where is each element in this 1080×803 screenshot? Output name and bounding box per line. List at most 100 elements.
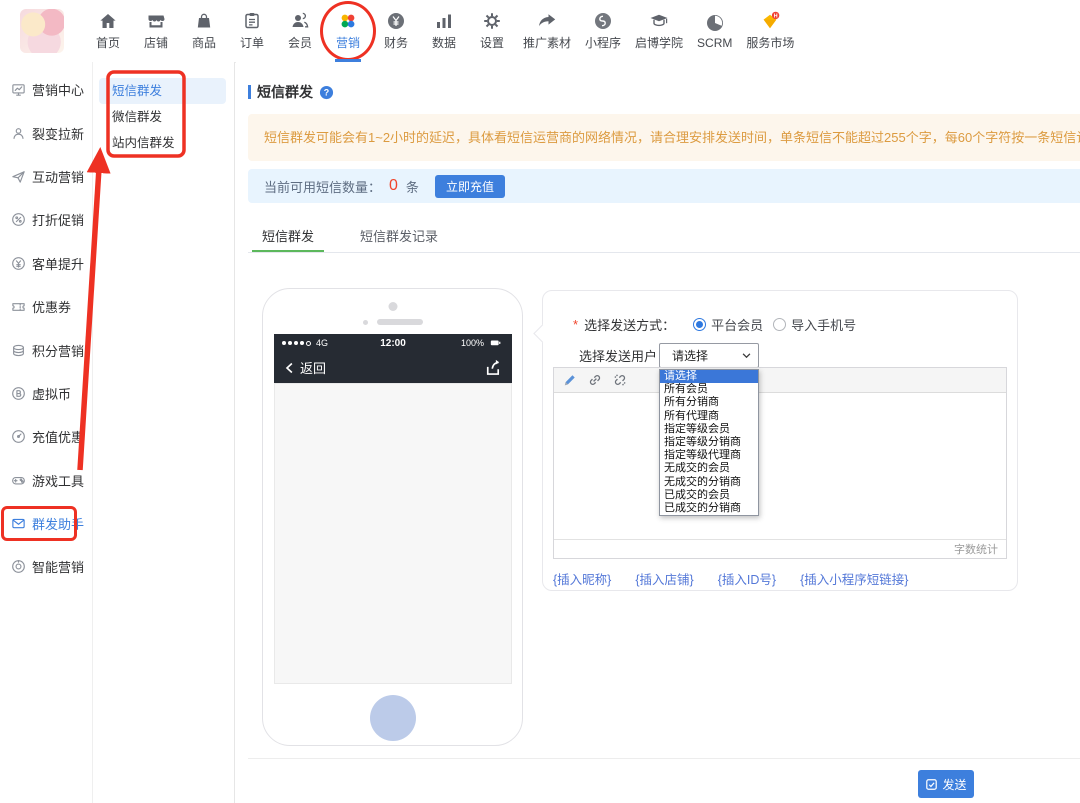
send-icon bbox=[925, 778, 938, 791]
sidebar-item-label: 充值优惠 bbox=[32, 427, 84, 446]
sidebar-item[interactable]: 互动营销 bbox=[0, 155, 92, 198]
battery-icon bbox=[487, 338, 504, 348]
submenu-item[interactable]: 微信群发 bbox=[99, 104, 226, 130]
sidebar-item[interactable]: 打折促销 bbox=[0, 198, 92, 241]
sidebar-item-label: 裂变拉新 bbox=[32, 124, 84, 143]
dropdown-option[interactable]: 所有会员 bbox=[660, 383, 758, 396]
sidebar-item[interactable]: 营销中心 bbox=[0, 68, 92, 111]
insert-link[interactable]: {插入店铺} bbox=[635, 569, 693, 588]
top-nav-items: 首页 店铺 商品 订单 会员 营销 财务 数据 设置 推广素材 bbox=[90, 0, 795, 62]
submenu-mass-send: 短信群发微信群发站内信群发 bbox=[93, 62, 235, 803]
dropdown-option[interactable]: 指定等级代理商 bbox=[660, 449, 758, 462]
dropdown-option[interactable]: 指定等级会员 bbox=[660, 423, 758, 436]
recharge-button[interactable]: 立即充值 bbox=[435, 175, 505, 198]
send-user-select[interactable]: 请选择 bbox=[659, 343, 759, 368]
radio-icon[interactable] bbox=[693, 318, 706, 331]
nav-item[interactable]: 营销 bbox=[330, 0, 366, 62]
radio-icon[interactable] bbox=[773, 318, 786, 331]
nav-item[interactable]: 小程序 bbox=[584, 0, 622, 62]
nav-item-label: 营销 bbox=[336, 34, 360, 51]
scrm-icon bbox=[705, 13, 725, 33]
dropdown-option[interactable]: 指定等级分销商 bbox=[660, 436, 758, 449]
phone-preview: 4G 12:00 100% 返回 bbox=[262, 288, 523, 746]
sidebar-item-label: 积分营销 bbox=[32, 341, 84, 360]
help-icon[interactable]: ? bbox=[319, 85, 334, 100]
panel-tail bbox=[533, 324, 551, 342]
send-method-radio[interactable]: 平台会员 bbox=[693, 315, 763, 334]
dropdown-option[interactable]: 所有代理商 bbox=[660, 410, 758, 423]
sms-quota-unit: 条 bbox=[406, 177, 419, 196]
insert-link[interactable]: {插入小程序短链接} bbox=[800, 569, 908, 588]
tab[interactable]: 短信群发记录 bbox=[350, 220, 448, 252]
warning-notice: 短信群发可能会有1~2小时的延迟，具体看短信运营商的网络情况，请合理安排发送时间… bbox=[248, 114, 1080, 161]
link-icon[interactable] bbox=[588, 373, 602, 387]
dropdown-option[interactable]: 已成交的分销商 bbox=[660, 502, 758, 515]
page-title-row: 短信群发 ? bbox=[248, 82, 334, 102]
settings-icon bbox=[482, 11, 502, 31]
nav-item[interactable]: 店铺 bbox=[138, 0, 174, 62]
dropdown-option[interactable]: 无成交的会员 bbox=[660, 462, 758, 475]
sms-editor: 字数统计 bbox=[553, 367, 1007, 559]
dropdown-option[interactable]: 已成交的会员 bbox=[660, 489, 758, 502]
insert-link[interactable]: {插入昵称} bbox=[553, 569, 611, 588]
nav-item[interactable]: 启博学院 bbox=[634, 0, 684, 62]
sidebar-item[interactable]: 虚拟币 bbox=[0, 372, 92, 415]
finance-icon bbox=[386, 11, 406, 31]
nav-item[interactable]: 商品 bbox=[186, 0, 222, 62]
nav-item-label: 财务 bbox=[384, 34, 408, 51]
nav-item[interactable]: 设置 bbox=[474, 0, 510, 62]
dropdown-option[interactable]: 无成交的分销商 bbox=[660, 476, 758, 489]
tab[interactable]: 短信群发 bbox=[252, 220, 324, 252]
nav-item[interactable]: 数据 bbox=[426, 0, 462, 62]
phone-home-button bbox=[370, 695, 416, 741]
sidebar-item[interactable]: 智能营销 bbox=[0, 545, 92, 588]
title-accent-bar bbox=[248, 85, 251, 99]
send-method-radio[interactable]: 导入手机号 bbox=[773, 315, 856, 334]
nav-item[interactable]: 会员 bbox=[282, 0, 318, 62]
nav-item[interactable]: 财务 bbox=[378, 0, 414, 62]
share-icon bbox=[483, 358, 502, 377]
phone-screen-preview bbox=[274, 383, 512, 684]
sidebar-item[interactable]: 优惠券 bbox=[0, 285, 92, 328]
sidebar-item-label: 群发助手 bbox=[32, 514, 84, 533]
submenu-item[interactable]: 站内信群发 bbox=[99, 130, 226, 156]
sidebar-item[interactable]: 充值优惠 bbox=[0, 415, 92, 458]
dropdown-option[interactable]: 请选择 bbox=[660, 370, 758, 383]
academy-icon bbox=[649, 11, 669, 31]
nav-item[interactable]: SCRM bbox=[696, 0, 733, 62]
insert-link[interactable]: {插入ID号} bbox=[718, 569, 776, 588]
user-avatar[interactable] bbox=[20, 9, 64, 53]
unlink-icon[interactable] bbox=[613, 373, 627, 387]
nav-item[interactable]: 首页 bbox=[90, 0, 126, 62]
members-icon bbox=[290, 11, 310, 31]
sidebar-item-label: 优惠券 bbox=[32, 297, 71, 316]
mass-send-icon bbox=[11, 516, 26, 531]
sidebar-item[interactable]: 游戏工具 bbox=[0, 459, 92, 502]
pencil-icon[interactable] bbox=[563, 373, 577, 387]
market-icon: H bbox=[760, 11, 780, 31]
send-button[interactable]: 发送 bbox=[918, 770, 974, 798]
miniprogram-icon bbox=[593, 11, 613, 31]
goods-icon bbox=[194, 11, 214, 31]
nav-item[interactable]: H 服务市场 bbox=[745, 0, 795, 62]
nav-item-label: 启博学院 bbox=[635, 34, 683, 51]
sms-quota-bar: 当前可用短信数量： 0 条 立即充值 bbox=[248, 169, 1080, 203]
sidebar-item-label: 互动营销 bbox=[32, 167, 84, 186]
sidebar-item-label: 智能营销 bbox=[32, 557, 84, 576]
submenu-item[interactable]: 短信群发 bbox=[99, 78, 226, 104]
phone-clock: 12:00 bbox=[380, 338, 406, 349]
interactive-icon bbox=[11, 169, 26, 184]
svg-text:H: H bbox=[774, 13, 778, 19]
sms-message-input[interactable] bbox=[554, 393, 1006, 539]
nav-item[interactable]: 订单 bbox=[234, 0, 270, 62]
top-navigation: 首页 店铺 商品 订单 会员 营销 财务 数据 设置 推广素材 bbox=[0, 0, 1080, 63]
sidebar-item[interactable]: 客单提升 bbox=[0, 242, 92, 285]
dropdown-option[interactable]: 所有分销商 bbox=[660, 396, 758, 409]
sidebar-item[interactable]: 积分营销 bbox=[0, 328, 92, 371]
back-chevron-icon bbox=[284, 362, 296, 374]
nav-item-label: 小程序 bbox=[585, 34, 621, 51]
sidebar-item-label: 客单提升 bbox=[32, 254, 84, 273]
sidebar-item[interactable]: 裂变拉新 bbox=[0, 111, 92, 154]
nav-item[interactable]: 推广素材 bbox=[522, 0, 572, 62]
sidebar-item[interactable]: 群发助手 bbox=[0, 502, 92, 545]
